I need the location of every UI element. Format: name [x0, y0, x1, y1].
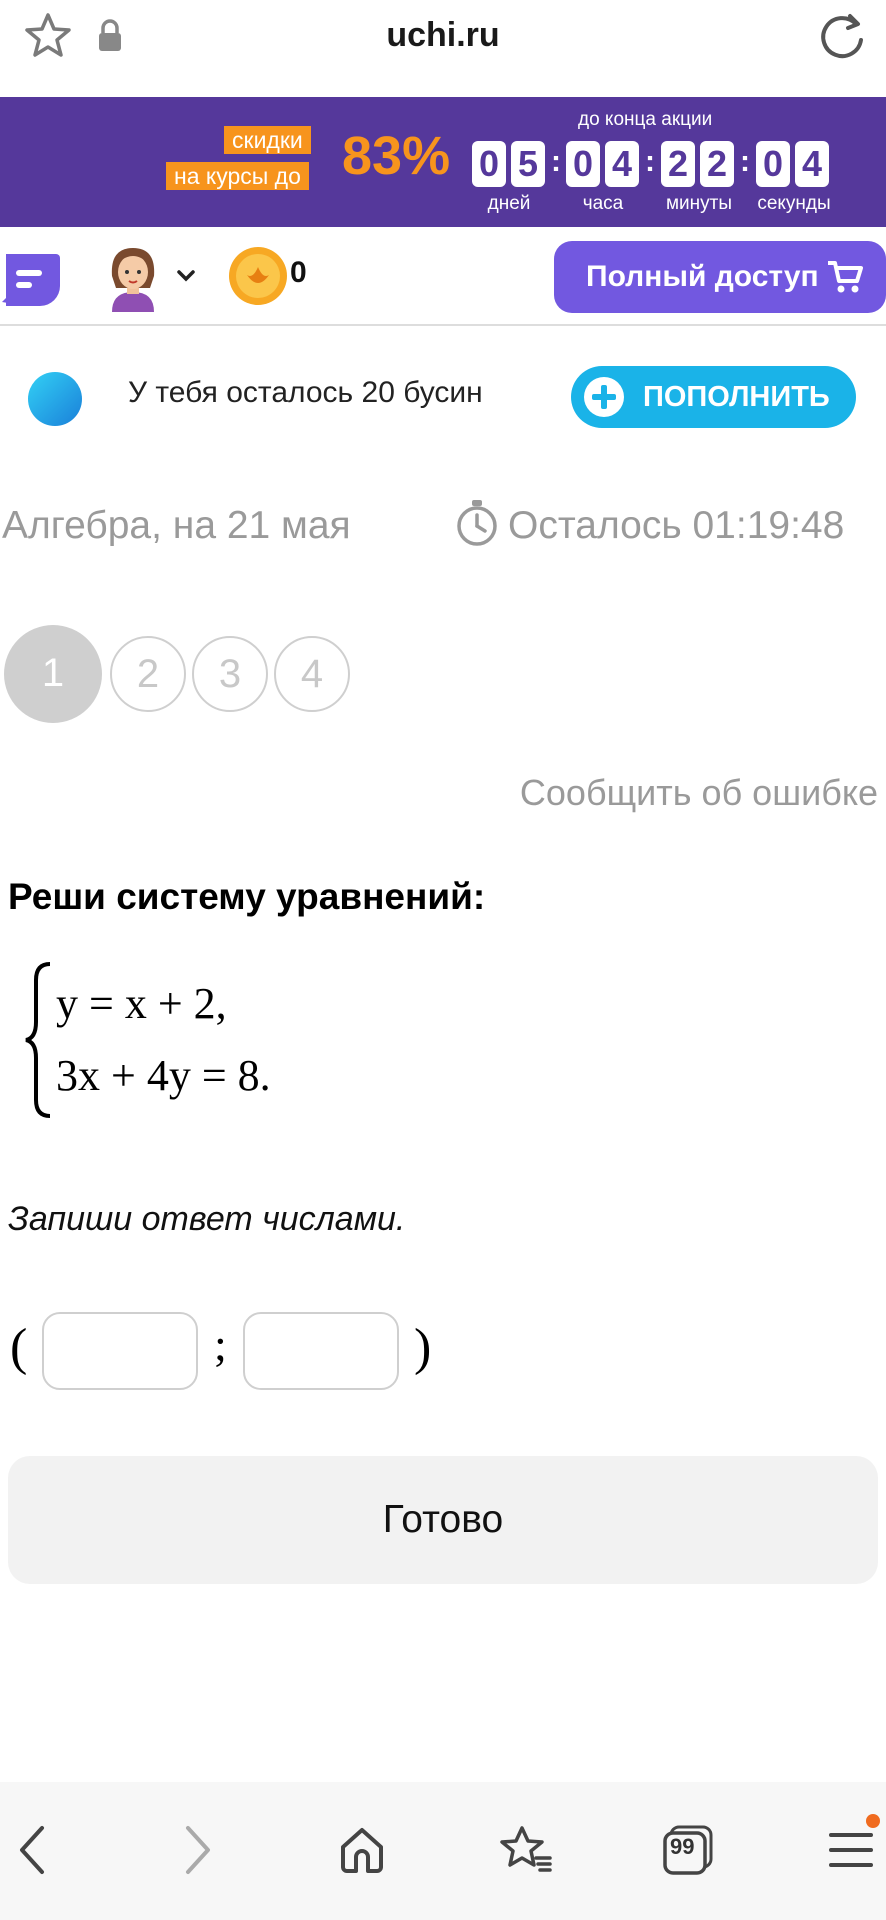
- answer-separator: ;: [214, 1319, 227, 1370]
- timer-colon: :: [645, 145, 655, 178]
- reload-icon[interactable]: [814, 8, 870, 64]
- browser-top-bar: uchi.ru: [0, 0, 886, 80]
- equation-2: 3x + 4y = 8.: [56, 1051, 271, 1100]
- chevron-down-icon[interactable]: [174, 266, 198, 286]
- site-header: 0 Полный доступ: [0, 228, 886, 326]
- promo-label-2: на курсы до: [166, 162, 309, 190]
- tabs-count: 99: [670, 1834, 695, 1859]
- back-icon[interactable]: [8, 1820, 56, 1880]
- tabs-icon[interactable]: 99: [660, 1818, 716, 1882]
- system-brace: [22, 960, 52, 1125]
- url-text[interactable]: uchi.ru: [0, 16, 886, 55]
- timer-digit: 4: [795, 141, 829, 187]
- beads-remaining-text: У тебя осталось 20 бусин: [128, 376, 483, 409]
- notification-dot: [866, 1814, 880, 1828]
- timer-colon: :: [551, 145, 561, 178]
- timer-digit: 0: [566, 141, 600, 187]
- time-remaining: Осталось 01:19:48: [508, 504, 845, 547]
- timer-unit-hours: часа: [582, 193, 624, 214]
- avatar[interactable]: [104, 242, 162, 312]
- answer-y-input[interactable]: [243, 1312, 399, 1390]
- refill-button[interactable]: ПОПОЛНИТЬ: [571, 366, 856, 428]
- answer-hint: Запиши ответ числами.: [8, 1200, 406, 1238]
- step-2[interactable]: 2: [110, 636, 186, 712]
- timer-digit: 2: [661, 141, 695, 187]
- promo-banner[interactable]: скидки на курсы до 83% до конца акции 0 …: [0, 97, 886, 227]
- lesson-subject: Алгебра, на 21 мая: [2, 504, 351, 547]
- step-4[interactable]: 4: [274, 636, 350, 712]
- done-button[interactable]: Готово: [8, 1456, 878, 1584]
- bead-icon: [28, 372, 82, 426]
- timer-digit: 0: [472, 141, 506, 187]
- timer-digit: 2: [700, 141, 734, 187]
- task-title: Реши систему уравнений:: [8, 876, 486, 917]
- home-icon[interactable]: [334, 1820, 390, 1880]
- refill-label: ПОПОЛНИТЬ: [643, 380, 830, 413]
- chat-icon[interactable]: [0, 250, 62, 308]
- cart-icon: [826, 259, 864, 303]
- promo-percent: 83%: [342, 126, 451, 186]
- full-access-button[interactable]: Полный доступ: [554, 241, 886, 313]
- full-access-label: Полный доступ: [586, 260, 819, 293]
- open-paren: (: [10, 1319, 28, 1376]
- coin-count: 0: [290, 256, 307, 289]
- promo-label-1: скидки: [224, 126, 311, 154]
- menu-icon[interactable]: [826, 1814, 880, 1878]
- timer-unit-days: дней: [487, 193, 531, 214]
- timer-unit-minutes: минуты: [665, 193, 733, 214]
- stopwatch-icon: [454, 498, 500, 553]
- timer-digit: 5: [511, 141, 545, 187]
- close-paren: ): [414, 1319, 432, 1376]
- timer-unit-seconds: секунды: [757, 193, 831, 214]
- timer-digit: 0: [756, 141, 790, 187]
- answer-x-input[interactable]: [42, 1312, 198, 1390]
- plus-icon: [583, 376, 625, 426]
- bookmarks-icon[interactable]: [496, 1820, 556, 1880]
- equation-1: y = x + 2,: [56, 979, 227, 1028]
- browser-bottom-bar: 99: [0, 1782, 886, 1920]
- step-1[interactable]: 1: [4, 625, 102, 723]
- step-3[interactable]: 3: [192, 636, 268, 712]
- coin-icon[interactable]: [226, 244, 290, 308]
- timer-colon: :: [740, 145, 750, 178]
- promo-until: до конца акции: [578, 109, 713, 130]
- forward-icon[interactable]: [174, 1820, 222, 1880]
- timer-digit: 4: [605, 141, 639, 187]
- report-error-link[interactable]: Сообщить об ошибке: [520, 772, 878, 814]
